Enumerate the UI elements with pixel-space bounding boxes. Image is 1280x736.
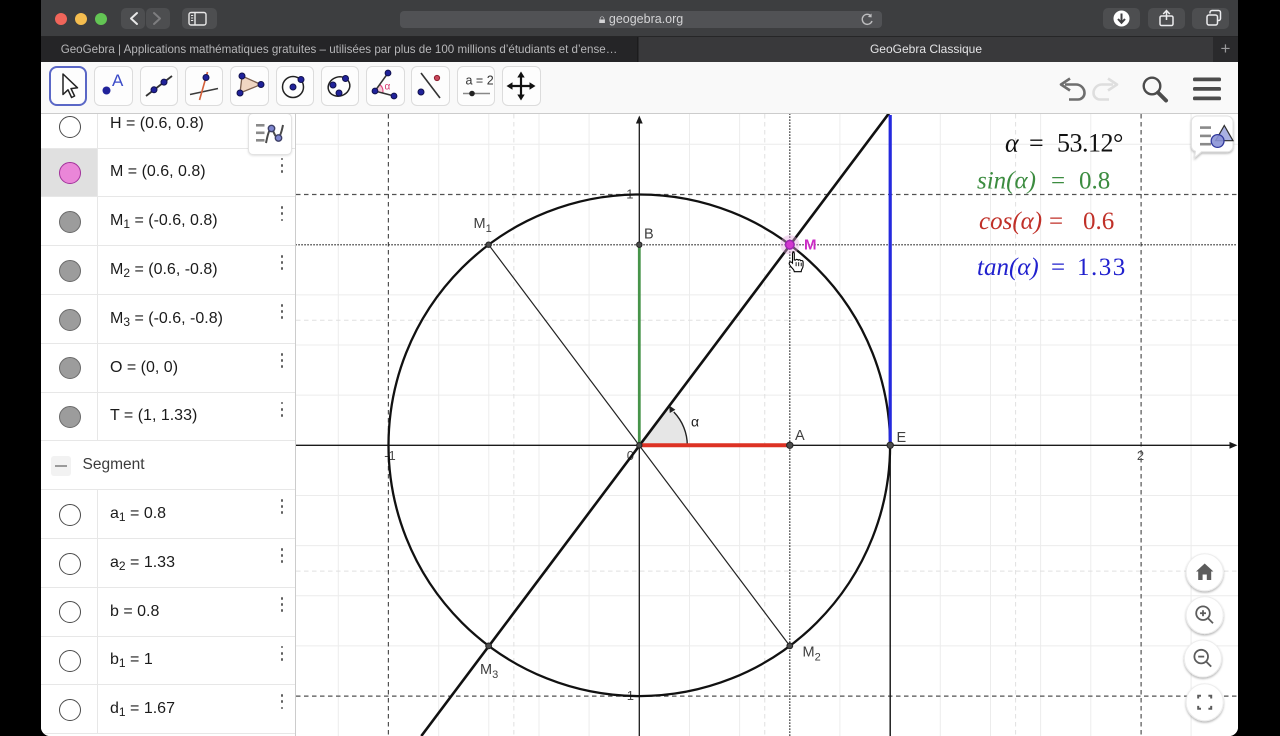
svg-text:M: M <box>804 237 817 254</box>
svg-text:A: A <box>112 71 124 90</box>
svg-text:tan(α)=1.33: tan(α)=1.33 <box>977 254 1127 281</box>
svg-text:α: α <box>385 81 391 92</box>
svg-text:E: E <box>897 430 907 446</box>
svg-text:B: B <box>644 227 654 243</box>
svg-text:M2: M2 <box>803 645 821 664</box>
svg-text:sin(α)=0.8: sin(α)=0.8 <box>977 167 1110 194</box>
svg-text:α=53.12°: α=53.12° <box>1005 129 1123 158</box>
svg-text:A: A <box>795 428 805 444</box>
svg-text:cos(α)=0.6: cos(α)=0.6 <box>979 208 1114 235</box>
svg-text:a = 2: a = 2 <box>465 73 493 87</box>
svg-text:α: α <box>691 414 699 430</box>
svg-text:2: 2 <box>1137 448 1144 463</box>
